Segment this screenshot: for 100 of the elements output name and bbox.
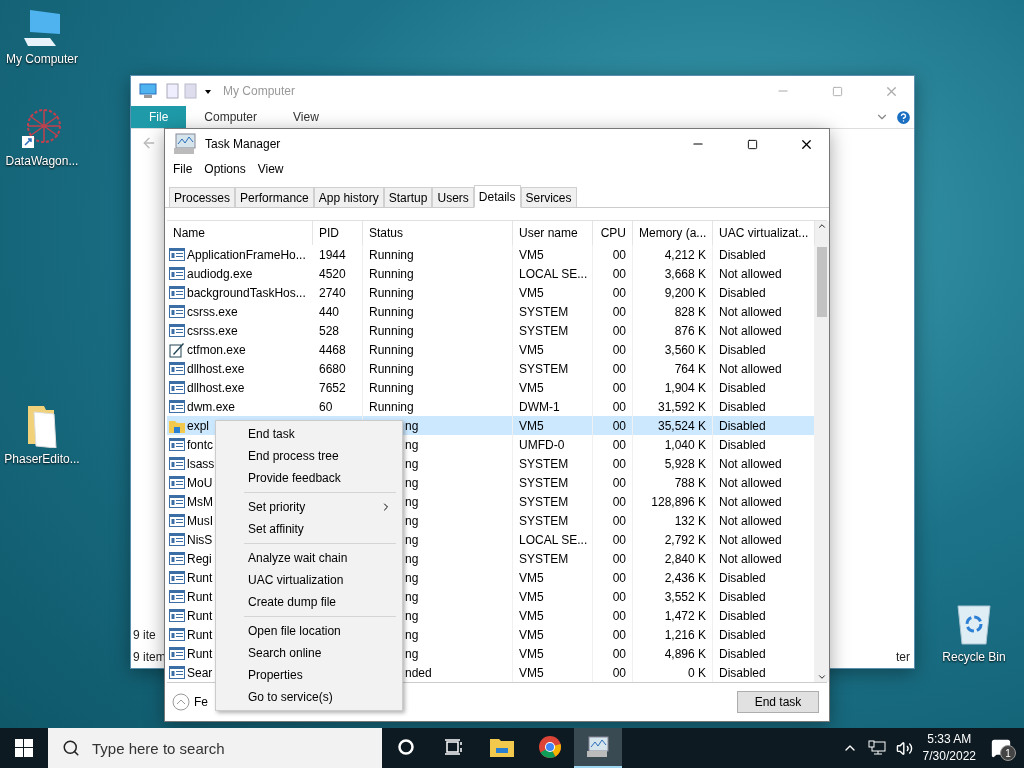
process-name: ApplicationFrameHo... [187, 247, 306, 262]
context-menu-item[interactable]: Analyze wait chain [216, 547, 402, 569]
process-row[interactable]: csrss.exe 440 Running SYSTEM 00 828 K Not allowed [167, 302, 815, 321]
status-text: ng [405, 608, 419, 623]
window-icon [169, 457, 185, 470]
status-text: ng [405, 494, 419, 509]
ribbon-tab[interactable]: View [275, 106, 337, 128]
folder-icon [169, 418, 185, 433]
desktop-icon-label[interactable]: My Computer [6, 52, 78, 66]
uac-text: Not allowed [719, 456, 782, 471]
user-text: VM5 [519, 285, 544, 300]
memory-text: 3,552 K [664, 589, 706, 604]
column-header[interactable]: Status [363, 221, 513, 245]
column-header[interactable]: PID [313, 221, 363, 245]
uac-text: Disabled [719, 399, 766, 414]
window-icon [169, 514, 185, 527]
column-header[interactable]: Memory (a... [633, 221, 713, 245]
process-row[interactable]: ctfmon.exe 4468 Running VM5 00 3,560 K Disabled [167, 340, 815, 359]
end-task-button[interactable]: End task [737, 691, 819, 713]
process-name: ctfmon.exe [187, 342, 246, 357]
network-icon[interactable] [867, 740, 886, 756]
pid-text: 528 [319, 323, 340, 338]
process-name: fontc [187, 437, 213, 452]
memory-text: 1,216 K [664, 627, 706, 642]
monitor-chart-icon [173, 133, 197, 155]
cpu-text: 00 [612, 589, 626, 604]
fewer-details-link[interactable]: Fe [194, 695, 208, 709]
memory-text: 4,212 K [664, 247, 706, 262]
column-header[interactable]: Name [167, 221, 313, 245]
menu-item[interactable]: File [169, 162, 197, 176]
tab[interactable]: App history [313, 187, 384, 207]
volume-icon[interactable] [895, 739, 913, 757]
menu-item[interactable]: Options [200, 162, 250, 176]
memory-text: 132 K [674, 513, 706, 528]
uac-text: Not allowed [719, 513, 782, 528]
user-text: VM5 [519, 646, 544, 661]
tab[interactable]: Details [473, 185, 521, 208]
memory-text: 0 K [688, 665, 706, 680]
process-name: MoU [187, 475, 213, 490]
monitor-chart-icon [586, 736, 610, 758]
tab[interactable]: Performance [235, 187, 314, 207]
process-name: MusI [187, 513, 213, 528]
uac-text: Disabled [719, 608, 766, 623]
scroll-up-icon[interactable] [817, 221, 827, 231]
network-graph-icon [20, 106, 64, 150]
user-text: VM5 [519, 380, 544, 395]
window-icon [169, 476, 185, 489]
window-title: My Computer [223, 84, 297, 98]
scrollbar[interactable] [815, 245, 829, 682]
menu-item[interactable]: View [253, 162, 288, 176]
process-row[interactable]: audiodg.exe 4520 Running LOCAL SE... 00 3,668 K Not allowed [167, 264, 815, 283]
process-row[interactable]: backgroundTaskHos... 2740 Running VM5 00 9,200 K Disabled [167, 283, 815, 302]
process-row[interactable]: ApplicationFrameHo... 1944 Running VM5 00 4,212 K Disabled [167, 245, 815, 264]
chevron-up-circle-icon[interactable] [172, 693, 190, 711]
desktop-icon-label[interactable]: DataWagon... [5, 154, 79, 168]
memory-text: 1,472 K [664, 608, 706, 623]
process-row[interactable]: csrss.exe 528 Running SYSTEM 00 876 K Not allowed [167, 321, 815, 340]
context-menu-item[interactable]: Search online [216, 642, 402, 664]
status-text: Running [369, 323, 414, 338]
process-row[interactable]: dllhost.exe 6680 Running SYSTEM 00 764 K Not allowed [167, 359, 815, 378]
ribbon-tab[interactable]: Computer [186, 106, 276, 128]
pid-text: 4520 [319, 266, 346, 281]
window-icon [169, 590, 185, 603]
taskbar-app-button[interactable] [574, 728, 622, 768]
help-icon[interactable] [895, 108, 912, 126]
column-header[interactable]: User name [513, 221, 593, 245]
cpu-text: 00 [612, 304, 626, 319]
desktop-icon-label[interactable]: Recycle Bin [942, 650, 1006, 664]
window-icon [169, 438, 185, 451]
process-name: backgroundTaskHos... [187, 285, 306, 300]
context-menu-item[interactable]: Go to service(s) [216, 686, 402, 708]
search-field[interactable]: Type here to search [90, 738, 354, 758]
clock[interactable]: 5:33 AM 7/30/2022 [922, 731, 976, 765]
tab[interactable]: Users [432, 187, 474, 207]
uac-text: Not allowed [719, 304, 782, 319]
item-count: 9 ite [133, 628, 157, 642]
column-header[interactable]: CPU [593, 221, 633, 245]
desktop-icon-label[interactable]: PhaserEdito... [4, 452, 80, 466]
process-name: csrss.exe [187, 304, 238, 319]
process-name: audiodg.exe [187, 266, 253, 281]
cpu-text: 00 [612, 456, 626, 471]
cpu-text: 00 [612, 513, 626, 528]
tab[interactable]: Processes [169, 187, 236, 207]
uac-text: Not allowed [719, 361, 782, 376]
scroll-thumb[interactable] [817, 247, 827, 317]
user-text: SYSTEM [519, 361, 569, 376]
circle-icon [398, 739, 414, 755]
cpu-text: 00 [612, 627, 626, 642]
memory-text: 2,792 K [664, 532, 706, 547]
cpu-text: 00 [612, 323, 626, 338]
tab[interactable]: Startup [383, 187, 433, 207]
process-name: lsass [187, 456, 215, 471]
window-icon [169, 533, 185, 546]
status-text: ng [405, 646, 419, 661]
process-row[interactable]: dllhost.exe 7652 Running VM5 00 1,904 K Disabled [167, 378, 815, 397]
scroll-down-icon[interactable] [817, 672, 827, 682]
browser-icon [539, 736, 561, 758]
search-box[interactable]: Type here to search [48, 728, 382, 768]
tab[interactable]: Services [520, 187, 577, 207]
memory-text: 876 K [674, 323, 706, 338]
